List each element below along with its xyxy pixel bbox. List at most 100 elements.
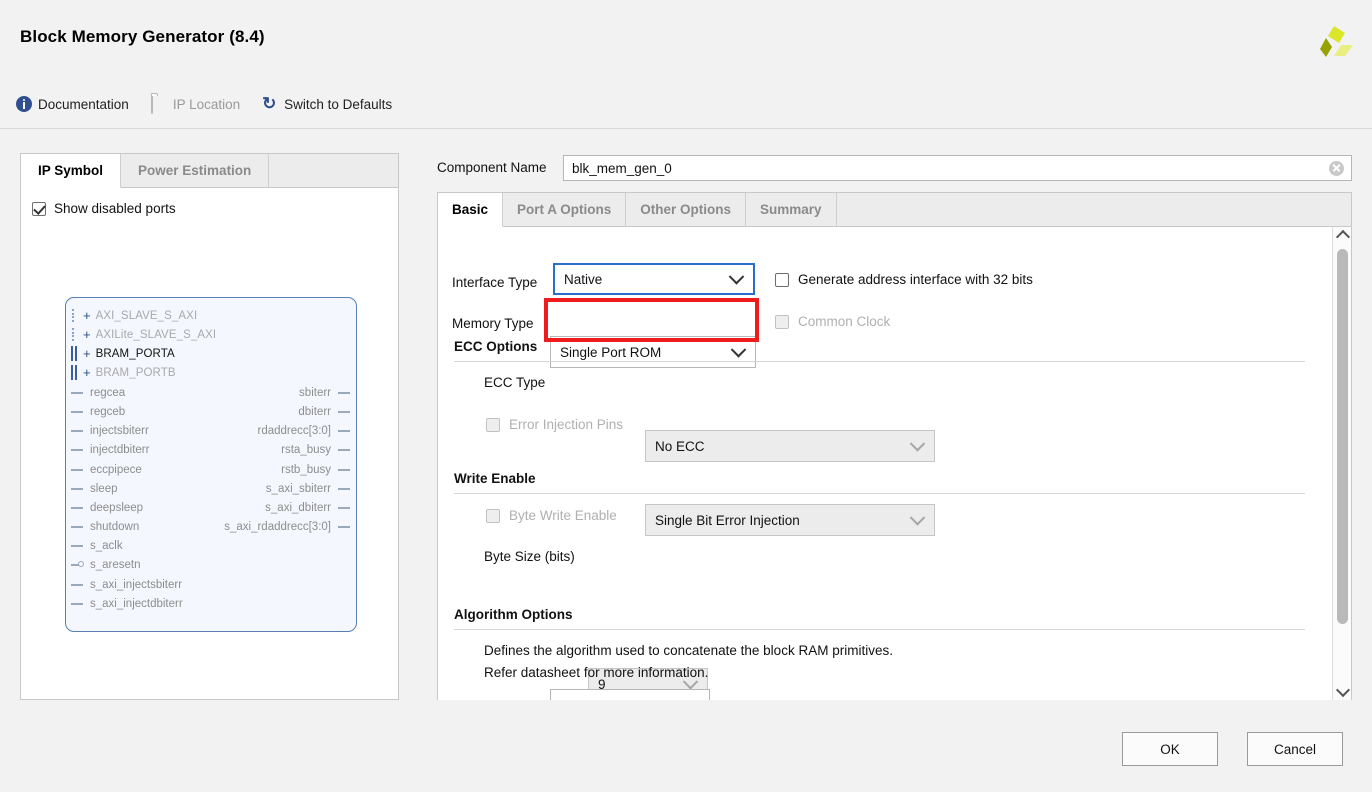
tab-summary-label: Summary — [760, 202, 822, 217]
pin-stub-icon — [71, 429, 83, 432]
pin-label: s_axi_rdaddrecc[3:0] — [224, 520, 331, 533]
algorithm-options-divider — [454, 629, 1305, 630]
pin-injectsbiterr: injectsbiterr — [71, 421, 149, 440]
cancel-button[interactable]: Cancel — [1247, 732, 1343, 766]
pin-stub-inverted-icon — [71, 560, 84, 567]
tab-basic-label: Basic — [452, 202, 489, 217]
pin-stub-icon — [71, 583, 83, 586]
switch-to-defaults-label: Switch to Defaults — [284, 96, 393, 112]
memory-type-highlight — [544, 298, 759, 342]
pin-eccpipece: eccpipece — [71, 460, 142, 479]
clear-icon[interactable] — [1329, 160, 1344, 176]
memory-type-label: Memory Type — [452, 316, 534, 331]
bus-axilite-slave-s-axi[interactable]: + AXILite_SLAVE_S_AXI — [71, 325, 216, 344]
pin-stub-icon — [71, 391, 83, 394]
expand-icon[interactable]: + — [83, 347, 91, 360]
bus-connector-icon — [71, 365, 80, 380]
pin-s-axi-sbiterr: s_axi_sbiterr — [266, 479, 350, 498]
pin-label: deepsleep — [90, 501, 144, 514]
pin-stub-icon — [71, 448, 83, 451]
basic-tab-content: Interface Type Native Generate address i… — [438, 227, 1333, 700]
bus-bram-portb[interactable]: + BRAM_PORTB — [71, 363, 176, 382]
interface-type-dropdown[interactable]: Native — [553, 263, 755, 295]
ip-location-link[interactable]: IP Location — [150, 95, 240, 114]
pin-stub-icon — [71, 525, 83, 528]
switch-to-defaults-link[interactable]: ↻ Switch to Defaults — [262, 94, 393, 113]
common-clock-label: Common Clock — [798, 314, 891, 329]
refresh-icon: ↻ — [262, 94, 277, 113]
bus-label: BRAM_PORTA — [95, 347, 175, 360]
pin-injectdbiterr: injectdbiterr — [71, 440, 149, 459]
pin-rstb-busy: rstb_busy — [281, 460, 350, 479]
pin-label: sleep — [90, 482, 118, 495]
algorithm-dropdown-partial[interactable] — [550, 689, 710, 700]
bus-axi-slave-s-axi[interactable]: + AXI_SLAVE_S_AXI — [71, 306, 197, 325]
scroll-up-button[interactable] — [1333, 227, 1352, 245]
tab-power-estimation-label: Power Estimation — [138, 163, 252, 178]
pin-label: injectsbiterr — [90, 424, 149, 437]
component-name-field[interactable] — [563, 155, 1352, 181]
write-enable-title: Write Enable — [454, 471, 536, 486]
tab-power-estimation[interactable]: Power Estimation — [121, 154, 270, 187]
tab-summary[interactable]: Summary — [746, 193, 837, 226]
bus-label: AXI_SLAVE_S_AXI — [95, 309, 198, 322]
tab-other-options[interactable]: Other Options — [626, 193, 747, 226]
error-injection-type-dropdown[interactable]: Single Bit Error Injection — [645, 504, 935, 536]
folder-icon — [150, 95, 167, 114]
ecc-type-label: ECC Type — [484, 375, 546, 390]
interface-type-row: Interface Type — [452, 275, 537, 290]
ip-config-dialog: Block Memory Generator (8.4) Documentati… — [0, 0, 1372, 792]
pin-stub-icon — [71, 410, 83, 413]
pin-stub-icon — [71, 487, 83, 490]
header-divider — [0, 128, 1372, 129]
pin-shutdown: shutdown — [71, 517, 139, 536]
pin-label: s_axi_injectsbiterr — [90, 578, 183, 591]
error-injection-type-value: Single Bit Error Injection — [655, 512, 800, 528]
ok-button[interactable]: OK — [1122, 732, 1218, 766]
tab-port-a-options[interactable]: Port A Options — [503, 193, 627, 226]
pin-label: s_aclk — [90, 539, 123, 552]
pin-label: regcea — [90, 386, 126, 399]
pin-label: injectdbiterr — [90, 443, 150, 456]
generate-address-checkbox[interactable]: Generate address interface with 32 bits — [775, 272, 1033, 287]
ip-symbol-panel: IP Symbol Power Estimation Show disabled… — [20, 153, 399, 700]
checkbox-box-icon — [486, 417, 500, 432]
pin-rdaddrecc: rdaddrecc[3:0] — [257, 421, 350, 440]
write-enable-divider — [454, 493, 1305, 494]
pin-label: rstb_busy — [281, 463, 331, 476]
scrollbar-thumb[interactable] — [1337, 249, 1348, 624]
expand-icon[interactable]: + — [83, 366, 91, 379]
documentation-link[interactable]: Documentation — [16, 96, 129, 112]
pin-s-axi-rdaddrecc: s_axi_rdaddrecc[3:0] — [224, 517, 350, 536]
pin-sleep: sleep — [71, 479, 118, 498]
left-tabstrip-filler — [269, 154, 398, 187]
pin-label: eccpipece — [90, 463, 142, 476]
documentation-label: Documentation — [38, 96, 129, 112]
ecc-type-row: ECC Type — [484, 375, 545, 390]
tab-ip-symbol[interactable]: IP Symbol — [21, 154, 122, 188]
expand-icon[interactable]: + — [83, 309, 91, 322]
error-injection-pins-label: Error Injection Pins — [509, 417, 624, 432]
pin-stub-icon — [338, 410, 350, 413]
pin-stub-icon — [338, 391, 350, 394]
options-scrollbar[interactable] — [1332, 227, 1351, 700]
ecc-type-dropdown[interactable]: No ECC — [645, 430, 935, 462]
component-name-input[interactable] — [570, 159, 1329, 177]
tab-ip-symbol-label: IP Symbol — [38, 163, 104, 178]
bus-label: AXILite_SLAVE_S_AXI — [95, 328, 217, 341]
expand-icon[interactable]: + — [83, 328, 91, 341]
tab-basic[interactable]: Basic — [438, 193, 504, 227]
info-icon — [16, 96, 32, 112]
pin-label: s_axi_sbiterr — [265, 482, 331, 495]
show-disabled-ports-checkbox[interactable]: Show disabled ports — [32, 201, 176, 216]
pin-s-axi-injectsbiterr: s_axi_injectsbiterr — [71, 575, 182, 594]
bus-bram-porta[interactable]: + BRAM_PORTA — [71, 344, 175, 363]
pin-stub-icon — [71, 468, 83, 471]
scroll-down-button[interactable] — [1333, 682, 1352, 700]
pin-stub-icon — [338, 468, 350, 471]
show-disabled-ports-label: Show disabled ports — [54, 201, 176, 216]
tab-port-a-options-label: Port A Options — [517, 202, 612, 217]
chevron-down-icon — [730, 342, 747, 358]
xilinx-logo-icon — [1320, 26, 1353, 57]
checkbox-box-icon — [32, 201, 46, 216]
